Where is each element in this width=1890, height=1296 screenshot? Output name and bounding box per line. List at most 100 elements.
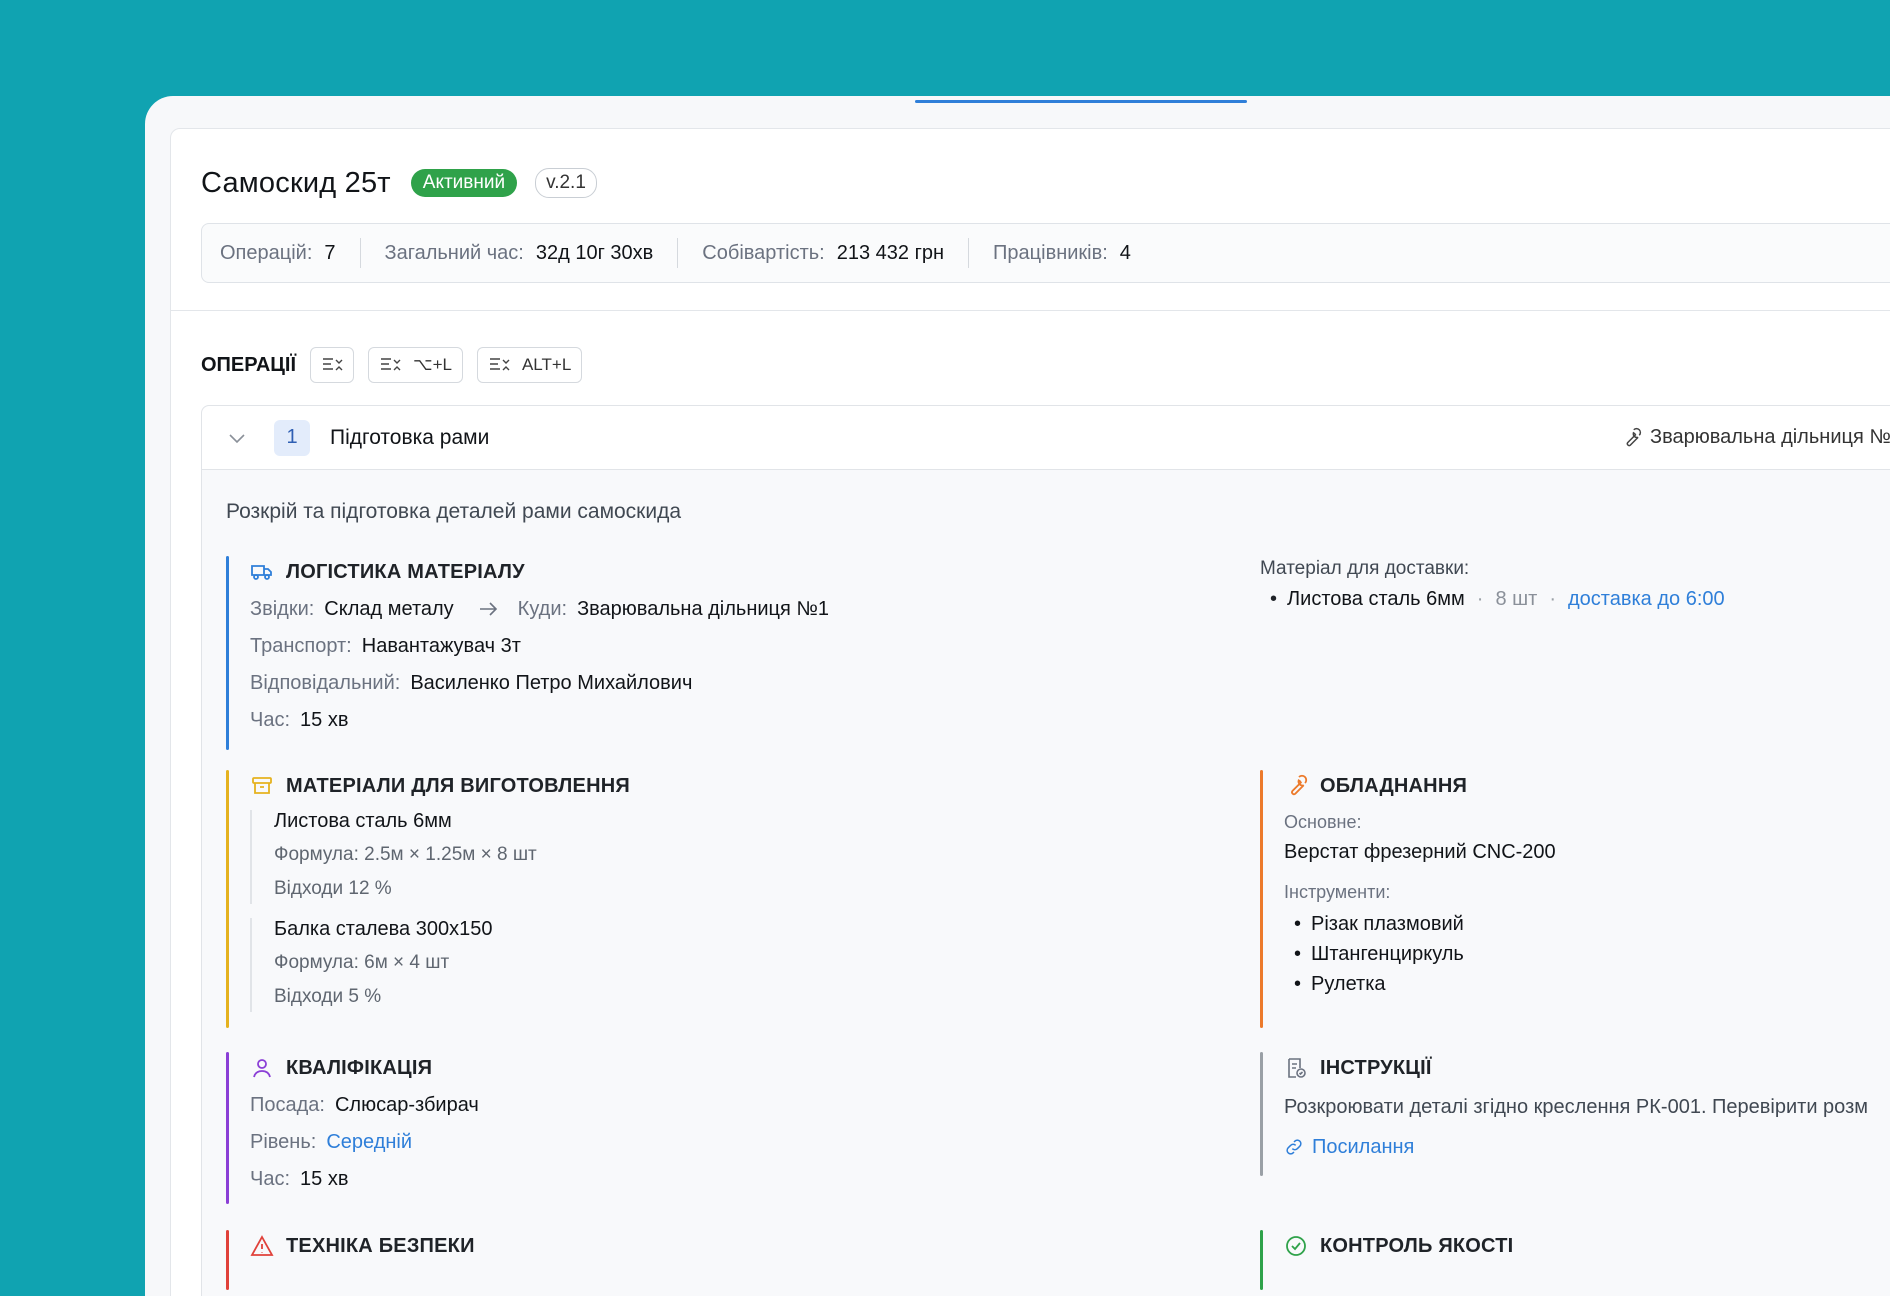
collapse-list-icon: [380, 358, 401, 371]
workplace-label: Зварювальна дільниця №1: [1650, 426, 1890, 448]
section-accent: [1260, 1230, 1263, 1290]
time-value: 15 хв: [300, 708, 349, 731]
section-accent: [226, 1052, 229, 1204]
delivery-item: • Листова сталь 6мм · 8 шт · доставка до…: [1270, 588, 1725, 611]
safety-section: ТЕХНІКА БЕЗПЕКИ: [226, 1230, 1026, 1290]
operation-header[interactable]: 1 Підготовка рами Зварювальна дільниця №…: [202, 406, 1890, 470]
position-value: Слюсар-збирач: [334, 1093, 479, 1116]
section-title: ОБЛАДНАННЯ: [1320, 774, 1468, 797]
check-circle-icon: [1286, 1236, 1306, 1256]
to-value: Зварювальна дільниця №1: [577, 597, 829, 620]
document-check-icon: [1288, 1058, 1306, 1078]
active-tab-indicator: [915, 100, 1247, 103]
from-label: Звідки:: [250, 597, 315, 620]
material-formula: Формула: 6м × 4 шт: [274, 952, 450, 973]
material-item: Листова сталь 6мм Формула: 2.5м × 1.25м …: [250, 810, 1026, 904]
material-name: Балка сталева 300х150: [274, 918, 493, 940]
tools-label: Інструменти:: [1284, 882, 1391, 902]
route-panel: Самоскид 25т Активний v.2.1 Операцій: 7 …: [170, 128, 1890, 1296]
material-formula: Формула: 2.5м × 1.25м × 8 шт: [274, 844, 537, 865]
material-waste: Відходи 12 %: [274, 878, 392, 899]
delivery-qty: 8 шт: [1495, 588, 1538, 610]
responsible-label: Відповідальний:: [250, 671, 401, 694]
section-accent: [226, 1230, 229, 1290]
wrench-icon: [1626, 427, 1642, 446]
delivery-due-link[interactable]: доставка до 6:00: [1568, 588, 1725, 611]
logistics-section: ЛОГІСТИКА МАТЕРІАЛУ Звідки: Склад металу…: [226, 556, 1026, 750]
operation-workplace: Зварювальна дільниця №1: [1620, 426, 1890, 449]
section-title: МАТЕРІАЛИ ДЛЯ ВИГОТОВЛЕННЯ: [286, 774, 630, 797]
instructions-link[interactable]: Посилання: [1284, 1134, 1890, 1160]
transport-value: Навантажувач 3т: [361, 634, 521, 657]
level-link[interactable]: Середній: [326, 1131, 412, 1154]
tools-list: Різак плазмовий Штангенциркуль Рулетка: [1284, 909, 1890, 999]
position-label: Посада:: [250, 1093, 325, 1116]
wrench-icon: [1291, 774, 1308, 796]
stat-value: 4: [1119, 241, 1131, 264]
time-label: Час:: [250, 708, 291, 731]
stat-label: Операцій:: [220, 241, 313, 264]
from-value: Склад металу: [324, 597, 454, 620]
collapse-shortcut-mac[interactable]: ⌥+L: [367, 347, 463, 383]
link-label: Посилання: [1312, 1135, 1415, 1158]
materials-section: МАТЕРІАЛИ ДЛЯ ВИГОТОВЛЕННЯ Листова сталь…: [226, 770, 1026, 1028]
collapse-list-icon: [322, 358, 343, 371]
truck-icon: [251, 565, 272, 580]
qualification-section: КВАЛІФІКАЦІЯ Посада: Слюсар-збирач Рівен…: [226, 1052, 1026, 1204]
operations-toolbar: ОПЕРАЦІЇ ⌥+L ALT+L: [201, 347, 1890, 383]
operation-description: Розкрій та підготовка деталей рами самос…: [226, 500, 682, 523]
level-label: Рівень:: [250, 1130, 317, 1153]
stat-operations: Операцій: 7: [220, 238, 361, 268]
delivery-item-name: Листова сталь 6мм: [1287, 588, 1465, 610]
stat-label: Собівартість:: [702, 241, 825, 264]
collapse-shortcut-win[interactable]: ALT+L: [476, 347, 583, 383]
stat-value: 7: [324, 241, 336, 264]
user-icon: [253, 1059, 271, 1078]
chevron-down-icon[interactable]: [226, 427, 248, 449]
material-item: Балка сталева 300х150 Формула: 6м × 4 шт…: [250, 918, 1026, 1012]
list-item: Різак плазмовий: [1294, 909, 1890, 939]
material-name: Листова сталь 6мм: [274, 810, 452, 832]
archive-box-icon: [252, 777, 272, 794]
arrow-right-icon: [479, 602, 497, 616]
warning-triangle-icon: [250, 1235, 274, 1256]
app-window: Самоскид 25т Активний v.2.1 Операцій: 7 …: [145, 96, 1890, 1296]
section-accent: [1260, 770, 1263, 1028]
to-label: Куди:: [517, 597, 568, 620]
main-equipment-value: Верстат фрезерний CNC-200: [1284, 841, 1556, 863]
transport-label: Транспорт:: [250, 634, 352, 657]
section-title: КОНТРОЛЬ ЯКОСТІ: [1320, 1234, 1514, 1257]
stat-label: Загальний час:: [384, 241, 524, 264]
section-title: ЛОГІСТИКА МАТЕРІАЛУ: [286, 560, 525, 583]
version-badge: v.2.1: [535, 168, 597, 198]
section-title: КВАЛІФІКАЦІЯ: [286, 1056, 433, 1079]
stat-value: 213 432 грн: [836, 241, 945, 264]
instructions-text: Розкроювати деталі згідно креслення РК-0…: [1284, 1095, 1868, 1118]
stat-value: 32д 10г 30хв: [535, 241, 654, 264]
main-equipment-label: Основне:: [1284, 812, 1362, 832]
section-accent: [226, 770, 229, 1028]
section-accent: [226, 556, 229, 750]
stat-workers: Працівників: 4: [969, 238, 1155, 268]
quality-section: КОНТРОЛЬ ЯКОСТІ: [1260, 1230, 1890, 1290]
material-waste: Відходи 5 %: [274, 986, 382, 1007]
shortcut-label: ⌥+L: [412, 355, 452, 374]
operation-card: 1 Підготовка рами Зварювальна дільниця №…: [201, 405, 1890, 1296]
instructions-section: ІНСТРУКЦІЇ Розкроювати деталі згідно кре…: [1260, 1052, 1890, 1176]
section-title: ТЕХНІКА БЕЗПЕКИ: [286, 1234, 475, 1257]
stat-cost: Собівартість: 213 432 грн: [678, 238, 970, 268]
delivery-section: Матеріал для доставки: • Листова сталь 6…: [1260, 558, 1890, 611]
collapse-all-button[interactable]: [309, 347, 354, 383]
link-icon: [1286, 1139, 1302, 1155]
operations-title: ОПЕРАЦІЇ: [201, 353, 296, 376]
operation-number: 1: [274, 419, 310, 456]
equipment-section: ОБЛАДНАННЯ Основне: Верстат фрезерний CN…: [1260, 770, 1890, 1028]
route-header: Самоскид 25т Активний v.2.1 Операцій: 7 …: [171, 129, 1890, 311]
delivery-label: Матеріал для доставки:: [1260, 558, 1470, 579]
stats-bar: Операцій: 7 Загальний час: 32д 10г 30хв …: [201, 223, 1890, 283]
shortcut-label: ALT+L: [521, 355, 572, 374]
stat-label: Працівників:: [993, 241, 1108, 264]
responsible-value: Василенко Петро Михайлович: [410, 671, 693, 694]
section-title: ІНСТРУКЦІЇ: [1320, 1056, 1432, 1079]
time-label: Час:: [250, 1167, 291, 1190]
